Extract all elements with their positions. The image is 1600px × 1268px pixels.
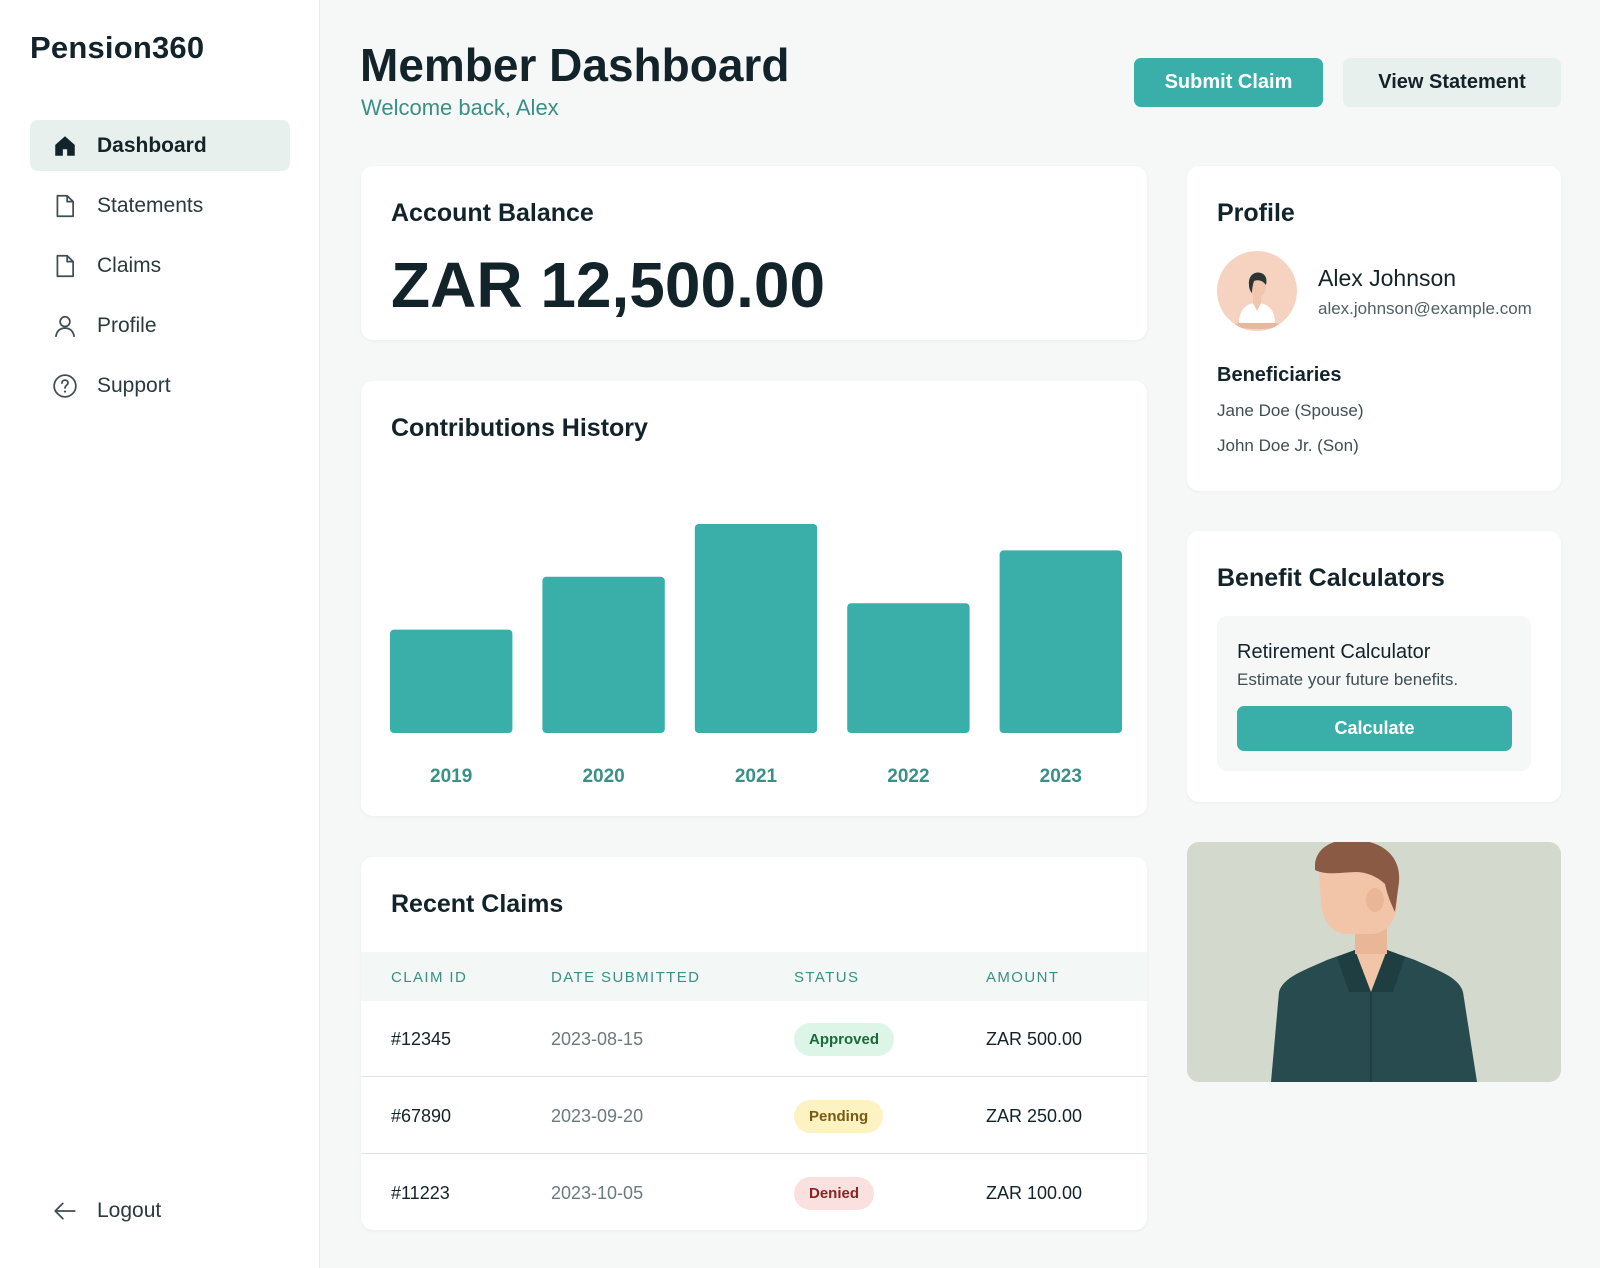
profile-title: Profile: [1217, 199, 1295, 227]
calculate-button[interactable]: Calculate: [1237, 706, 1512, 751]
claim-id: #11223: [391, 1182, 450, 1203]
beneficiaries-title: Beneficiaries: [1217, 364, 1342, 386]
column-header-date: DATE SUBMITTED: [551, 969, 701, 986]
benefit-calculators-title: Benefit Calculators: [1217, 564, 1445, 592]
sidebar-item-label: Claims: [97, 253, 162, 277]
home-icon: [52, 133, 78, 159]
sidebar-item-label: Support: [97, 373, 171, 397]
claim-amount: ZAR 250.00: [986, 1105, 1083, 1126]
table-row[interactable]: #12345 2023-08-15 Approved ZAR 500.00: [361, 1001, 1147, 1077]
sidebar-item-dashboard[interactable]: Dashboard: [30, 120, 290, 171]
claim-id: #12345: [391, 1028, 452, 1049]
column-header-amount: AMOUNT: [986, 969, 1060, 986]
chart-tick-label: 2021: [735, 766, 778, 787]
column-header-status: STATUS: [794, 969, 860, 986]
claim-amount: ZAR 100.00: [986, 1182, 1083, 1203]
retirement-calculator-description: Estimate your future benefits.: [1237, 670, 1459, 689]
chart-tick-label: 2023: [1040, 766, 1082, 787]
help-circle-icon: [52, 373, 78, 399]
claim-date: 2023-08-15: [551, 1028, 644, 1049]
table-row[interactable]: #11223 2023-10-05 Denied ZAR 100.00: [361, 1155, 1147, 1230]
person-illustration-icon: [1271, 842, 1477, 1082]
account-balance-value: ZAR 12,500.00: [391, 249, 826, 321]
chart-bar-2020: [542, 576, 665, 733]
chart-tick-label: 2019: [430, 766, 472, 787]
welcome-message: Welcome back, Alex: [361, 95, 559, 120]
chart-tick-label: 2020: [582, 766, 624, 787]
member-illustration: [1187, 842, 1561, 1082]
retirement-calculator-title: Retirement Calculator: [1237, 641, 1431, 663]
account-balance-title: Account Balance: [391, 199, 594, 227]
claim-date: 2023-09-20: [551, 1105, 644, 1126]
claim-id: #67890: [391, 1105, 452, 1126]
chart-bar-2022: [847, 603, 970, 733]
column-header-claim-id: CLAIM ID: [391, 969, 468, 986]
sidebar-item-support[interactable]: Support: [30, 360, 290, 411]
claim-date: 2023-10-05: [551, 1182, 644, 1203]
logout-label: Logout: [97, 1199, 162, 1222]
profile-card: Profile Alex Johnson alex.johnson@exampl…: [1187, 166, 1561, 491]
page-title: Member Dashboard: [360, 39, 790, 91]
account-balance-card: Account Balance ZAR 12,500.00: [361, 166, 1147, 340]
chart-tick-label: 2022: [887, 766, 929, 787]
recent-claims-card: Recent Claims CLAIM ID DATE SUBMITTED ST…: [361, 857, 1147, 1230]
logout-button[interactable]: Logout: [52, 1198, 161, 1224]
sidebar-item-claims[interactable]: Claims: [30, 240, 290, 291]
document-icon: [52, 193, 78, 219]
brand-logo: Pension360: [30, 30, 205, 65]
chart-bar-2019: [390, 629, 513, 733]
avatar: [1217, 251, 1297, 331]
sidebar-item-label: Profile: [97, 313, 157, 337]
user-icon: [52, 313, 78, 339]
contributions-chart: 2019 2020 2021 2022 2023: [390, 524, 1122, 787]
sidebar-item-label: Dashboard: [97, 133, 207, 157]
beneficiary-item: John Doe Jr. (Son): [1217, 436, 1359, 455]
table-row[interactable]: #67890 2023-09-20 Pending ZAR 250.00: [361, 1078, 1147, 1154]
status-badge: Approved: [794, 1022, 895, 1056]
claim-amount: ZAR 500.00: [986, 1028, 1083, 1049]
beneficiary-item: Jane Doe (Spouse): [1217, 401, 1364, 420]
benefit-calculators-card: Benefit Calculators Retirement Calculato…: [1187, 531, 1561, 802]
submit-claim-button[interactable]: Submit Claim: [1134, 58, 1323, 107]
document-icon: [52, 253, 78, 279]
profile-email: alex.johnson@example.com: [1318, 299, 1532, 318]
profile-name: Alex Johnson: [1318, 265, 1457, 291]
status-badge: Pending: [794, 1099, 884, 1133]
retirement-calculator-panel: Retirement Calculator Estimate your futu…: [1217, 616, 1531, 771]
status-badge: Denied: [794, 1176, 875, 1210]
view-statement-button[interactable]: View Statement: [1343, 58, 1561, 107]
sidebar-nav: Dashboard Statements Claims Profile Supp…: [30, 120, 290, 420]
chart-bar-2021: [694, 524, 818, 733]
arrow-left-icon: [52, 1198, 78, 1224]
contributions-card: Contributions History 2019 2020 2021 2022 20…: [361, 381, 1147, 816]
sidebar: Pension360 Dashboard Statements Claims P…: [0, 0, 320, 1268]
sidebar-item-statements[interactable]: Statements: [30, 180, 290, 231]
recent-claims-title: Recent Claims: [391, 890, 564, 918]
sidebar-item-profile[interactable]: Profile: [30, 300, 290, 351]
chart-bar-2023: [999, 550, 1122, 733]
sidebar-item-label: Statements: [97, 193, 204, 217]
